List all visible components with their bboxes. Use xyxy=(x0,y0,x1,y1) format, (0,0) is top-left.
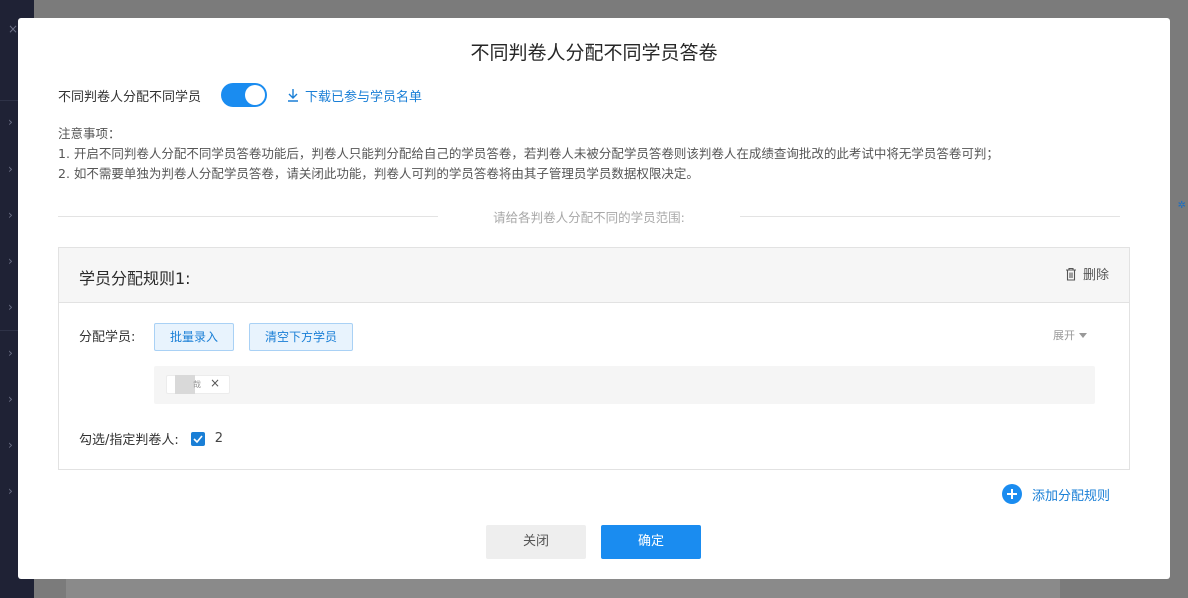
note-item: 2. 如不需要单独为判卷人分配学员答卷，请关闭此功能，判卷人可判的学员答卷将由其… xyxy=(58,166,699,181)
background-content-strip xyxy=(66,578,1060,598)
divider-line xyxy=(740,216,1120,217)
add-rule-label: 添加分配规则 xyxy=(1031,488,1110,504)
student-tag: 哉 × xyxy=(166,375,230,394)
chevron-right-icon: › xyxy=(8,438,13,452)
range-divider: 请给各判卷人分配不同的学员范围: xyxy=(58,206,1120,226)
delete-label: 删除 xyxy=(1082,268,1109,283)
grader-row: 勾选/指定判卷人: 2 xyxy=(79,429,223,448)
feature-switch-row: 不同判卷人分配不同学员 下载已参与学员名单 xyxy=(58,83,422,107)
download-arrow-icon xyxy=(288,89,299,102)
assign-students-label: 分配学员: xyxy=(79,330,136,345)
caret-down-icon xyxy=(1079,332,1087,338)
confirm-button[interactable]: 确定 xyxy=(601,525,701,559)
chevron-icon: × xyxy=(8,22,19,36)
plus-circle-icon xyxy=(1001,484,1022,504)
note-item: 1. 开启不同判卷人分配不同学员答卷功能后，判卷人只能判分配给自己的学员答卷，若… xyxy=(58,146,999,161)
switch-label: 不同判卷人分配不同学员 xyxy=(58,89,202,105)
toggle-knob xyxy=(245,85,266,105)
expand-toggle[interactable]: 展开 xyxy=(1053,327,1087,343)
trash-icon xyxy=(1065,267,1076,281)
grader-name: 2 xyxy=(214,431,224,446)
chevron-right-icon: › xyxy=(8,162,13,176)
notes-title: 注意事项： xyxy=(58,126,121,141)
batch-import-button[interactable]: 批量录入 xyxy=(154,323,234,351)
rule-title: 学员分配规则1: xyxy=(79,269,191,288)
download-participants-link[interactable]: 下载已参与学员名单 xyxy=(287,86,422,105)
grader-checkbox[interactable] xyxy=(190,431,205,446)
chevron-right-icon: › xyxy=(8,254,13,268)
rule-header: 学员分配规则1: 删除 xyxy=(59,248,1129,303)
add-rule-button[interactable]: 添加分配规则 xyxy=(1001,484,1110,504)
chevron-right-icon: › xyxy=(8,346,13,360)
chevron-right-icon: › xyxy=(8,208,13,222)
chevron-right-icon: › xyxy=(8,115,13,129)
settings-icon: ✲ xyxy=(1177,200,1186,211)
download-link-text: 下载已参与学员名单 xyxy=(305,89,423,105)
student-list-box: 哉 × xyxy=(154,366,1095,404)
student-tag-text: 哉 xyxy=(193,380,201,389)
expand-label: 展开 xyxy=(1053,329,1075,342)
clear-students-button[interactable]: 清空下方学员 xyxy=(249,323,353,351)
delete-rule-button[interactable]: 删除 xyxy=(1065,264,1109,283)
feature-toggle[interactable] xyxy=(221,83,268,107)
grader-label: 勾选/指定判卷人: xyxy=(79,433,179,448)
dialog-title: 不同判卷人分配不同学员答卷 xyxy=(470,42,718,64)
assignment-rule-card: 学员分配规则1: 删除 分配学员: 批量录入 清空下方学员 展开 哉 × 勾选/… xyxy=(58,247,1130,470)
remove-student-icon[interactable]: × xyxy=(210,376,220,390)
chevron-right-icon: › xyxy=(8,484,13,498)
chevron-right-icon: › xyxy=(8,392,13,406)
student-name-redacted xyxy=(175,375,195,394)
chevron-right-icon: › xyxy=(8,300,13,314)
assign-graders-dialog: 不同判卷人分配不同学员答卷 不同判卷人分配不同学员 下载已参与学员名单 注意事项… xyxy=(18,18,1170,579)
close-button[interactable]: 关闭 xyxy=(486,525,586,559)
checkmark-icon xyxy=(193,434,203,443)
notes-section: 注意事项： 1. 开启不同判卷人分配不同学员答卷功能后，判卷人只能判分配给自己的… xyxy=(58,124,999,184)
